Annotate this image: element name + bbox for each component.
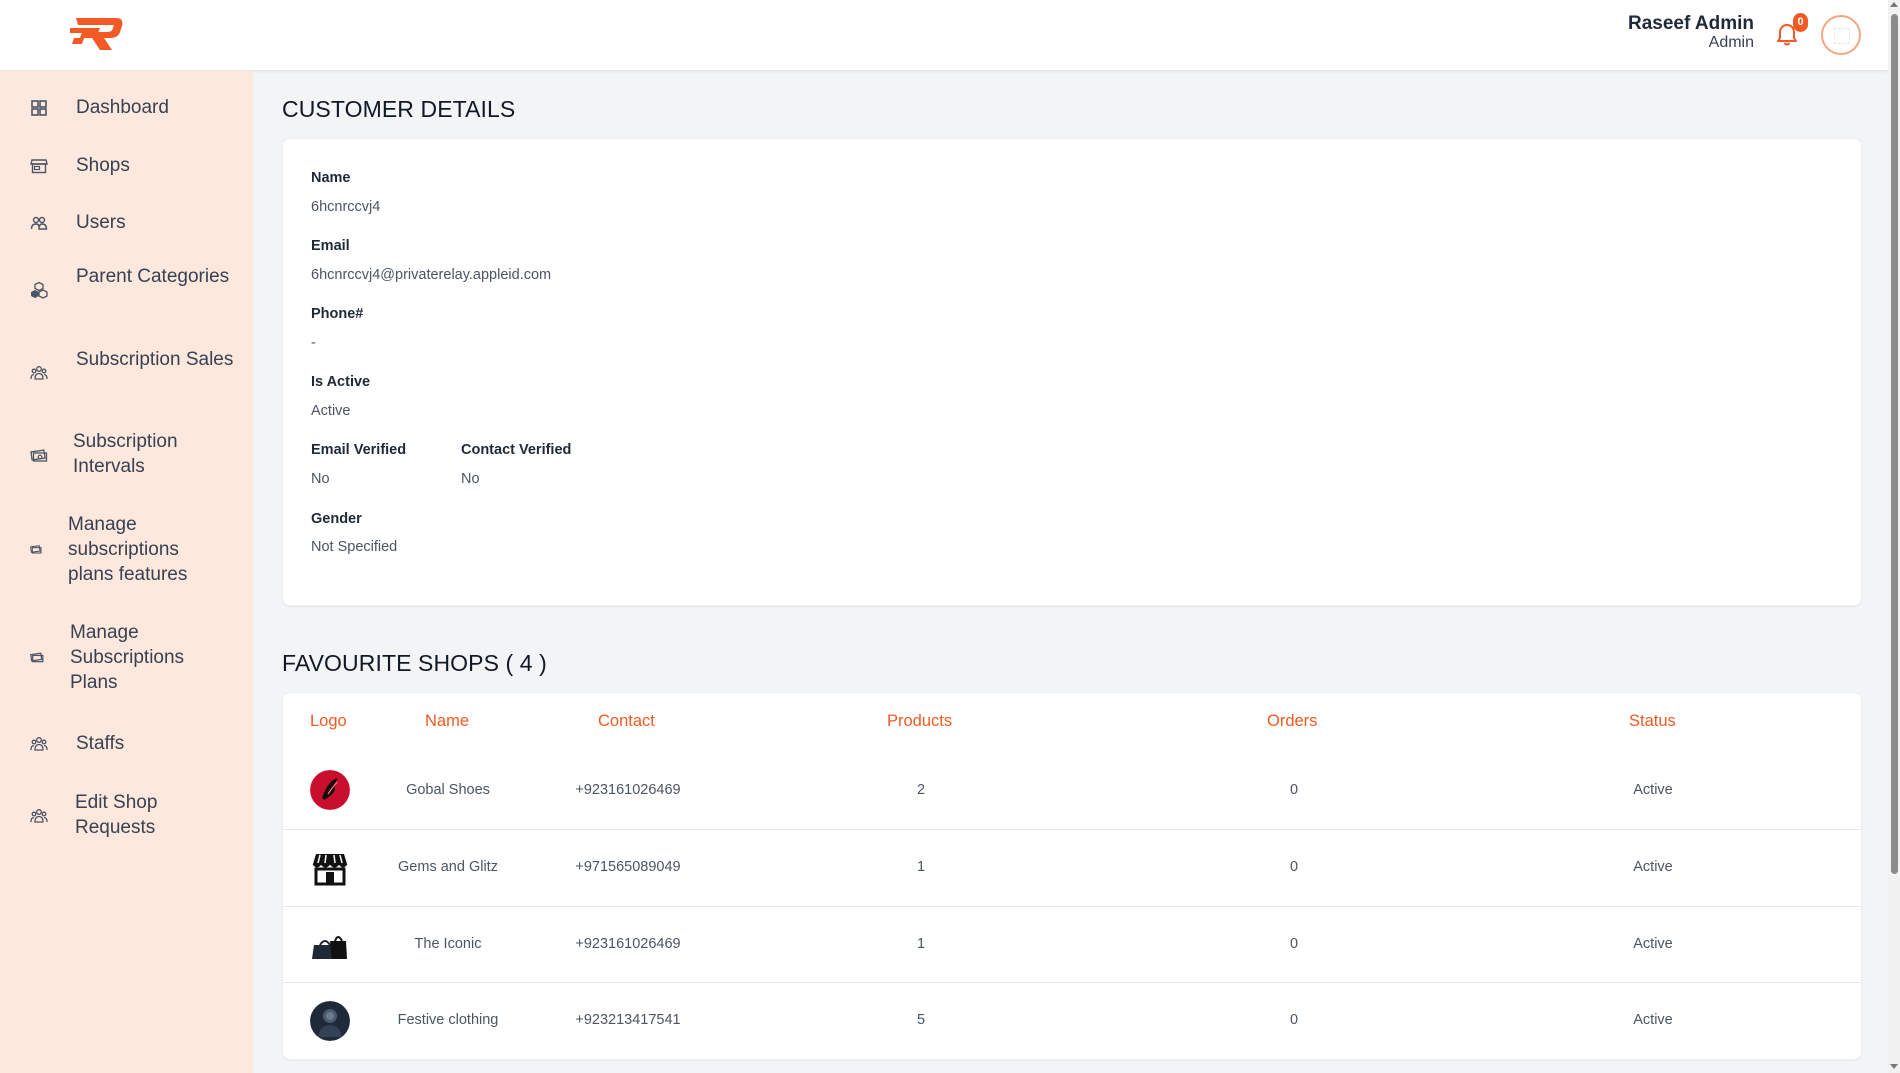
sidebar-item-subscription-sales[interactable]: Subscription Sales <box>0 347 253 399</box>
phone-label: Phone# <box>311 306 364 322</box>
is-active-value: Active <box>311 403 351 419</box>
sidebar-item-label: Dashboard <box>76 97 169 118</box>
gender-value: Not Specified <box>311 539 398 555</box>
sidebar-item-edit-shop-requests[interactable]: Edit Shop Requests <box>0 790 253 842</box>
user-name: Raseef Admin <box>1628 13 1754 34</box>
avatar[interactable] <box>1821 15 1861 55</box>
scroll-down-arrow[interactable] <box>1890 1064 1898 1069</box>
sidebar-item-label: Parent Categories <box>76 266 230 287</box>
email-verified-label: Email Verified <box>311 442 407 458</box>
sidebar-item-label: Subscription Intervals <box>73 431 178 477</box>
shop-contact: +923161026469 <box>575 782 681 798</box>
row-divider <box>282 906 1862 907</box>
sidebar-item-parent-categories[interactable]: Parent Categories <box>0 264 253 316</box>
notification-badge: 0 <box>1793 13 1808 32</box>
bags-logo <box>312 936 347 959</box>
sidebar-item-shops[interactable]: Shops <box>0 151 253 181</box>
column-header-products: Products <box>887 712 953 730</box>
raseef-logo[interactable] <box>70 14 126 52</box>
sidebar-item-manage-plan-features[interactable]: Manage subscriptions plans features <box>0 512 253 590</box>
group-icon <box>30 735 48 753</box>
sidebar-item-subscription-intervals[interactable]: Subscription Intervals <box>0 429 253 481</box>
contact-verified-value: No <box>461 471 480 487</box>
shop-name: Gobal Shoes <box>406 782 490 798</box>
shop-products: 2 <box>916 782 926 798</box>
shop-contact: +923161026469 <box>575 936 681 952</box>
email-verified-value: No <box>311 471 330 487</box>
shop-orders: 0 <box>1289 936 1299 952</box>
favourite-shops-table <box>282 692 1862 1060</box>
money-icon <box>30 542 42 554</box>
shop-status: Active <box>1633 936 1673 952</box>
page-scrollbar[interactable] <box>1888 0 1900 1073</box>
money-icon <box>30 650 44 664</box>
store-icon <box>30 157 48 175</box>
phone-value: - <box>311 335 316 351</box>
gender-label: Gender <box>311 511 362 527</box>
sidebar-item-staffs[interactable]: Staffs <box>0 729 253 759</box>
shop-status: Active <box>1633 1012 1673 1028</box>
sidebar-item-manage-subscription-plans[interactable]: Manage Subscriptions Plans <box>0 620 253 698</box>
user-role: Admin <box>1708 34 1754 51</box>
email-label: Email <box>311 238 350 254</box>
shop-orders: 0 <box>1289 782 1299 798</box>
scroll-up-arrow[interactable] <box>1890 2 1898 7</box>
contact-verified-label: Contact Verified <box>461 442 572 458</box>
shop-status: Active <box>1633 859 1673 875</box>
group-icon <box>30 364 48 382</box>
sidebar: Dashboard Shops Users Parent Categories … <box>0 71 253 1073</box>
portrait-logo <box>310 1001 350 1041</box>
shop-status: Active <box>1633 782 1673 798</box>
sidebar-item-label: Manage subscriptions plans features <box>68 514 188 585</box>
row-divider <box>282 982 1862 983</box>
sidebar-item-label: Subscription Sales <box>76 349 234 370</box>
sidebar-item-dashboard[interactable]: Dashboard <box>0 93 253 123</box>
row-divider <box>282 829 1862 830</box>
customer-details-title: CUSTOMER DETAILS <box>282 96 516 122</box>
shop-name: Festive clothing <box>397 1012 499 1028</box>
shop-name: Gems and Glitz <box>398 859 498 875</box>
shop-name: The Iconic <box>414 936 482 952</box>
sidebar-item-label: Edit Shop Requests <box>75 792 158 838</box>
shop-orders: 0 <box>1289 859 1299 875</box>
name-value: 6hcnrccvj4 <box>311 199 381 215</box>
cubes-icon <box>30 281 48 299</box>
column-header-name: Name <box>425 712 470 730</box>
red-shoe-logo <box>310 770 350 810</box>
sidebar-item-label: Users <box>76 212 126 233</box>
money-icon <box>30 446 48 464</box>
shop-products: 5 <box>916 1012 926 1028</box>
top-header: Raseef Admin Admin 0 <box>0 0 1888 71</box>
sidebar-item-users[interactable]: Users <box>0 208 253 238</box>
sidebar-item-label: Shops <box>76 155 130 176</box>
sidebar-item-label: Manage Subscriptions Plans <box>70 622 185 693</box>
customer-details-card: Name 6hcnrccvj4 Email 6hcnrccvj4@private… <box>282 138 1862 606</box>
column-header-status: Status <box>1629 712 1676 730</box>
grid-icon <box>30 99 48 117</box>
shop-contact: +923213417541 <box>575 1012 681 1028</box>
group-icon <box>30 807 48 825</box>
column-header-orders: Orders <box>1267 712 1318 730</box>
column-header-logo: Logo <box>310 712 347 730</box>
favourite-shops-title: FAVOURITE SHOPS ( 4 ) <box>282 650 547 676</box>
shop-products: 1 <box>916 936 926 952</box>
column-header-contact: Contact <box>598 712 655 730</box>
is-active-label: Is Active <box>311 374 371 390</box>
user-info[interactable]: Raseef Admin Admin <box>1628 13 1754 52</box>
shop-contact: +971565089049 <box>575 859 681 875</box>
scroll-thumb[interactable] <box>1891 14 1898 874</box>
store-front-logo <box>312 854 348 886</box>
sidebar-item-label: Staffs <box>76 733 125 754</box>
email-value: 6hcnrccvj4@privaterelay.appleid.com <box>311 267 552 283</box>
name-label: Name <box>311 170 351 186</box>
shop-products: 1 <box>916 859 926 875</box>
users-icon <box>30 214 48 232</box>
shop-orders: 0 <box>1289 1012 1299 1028</box>
